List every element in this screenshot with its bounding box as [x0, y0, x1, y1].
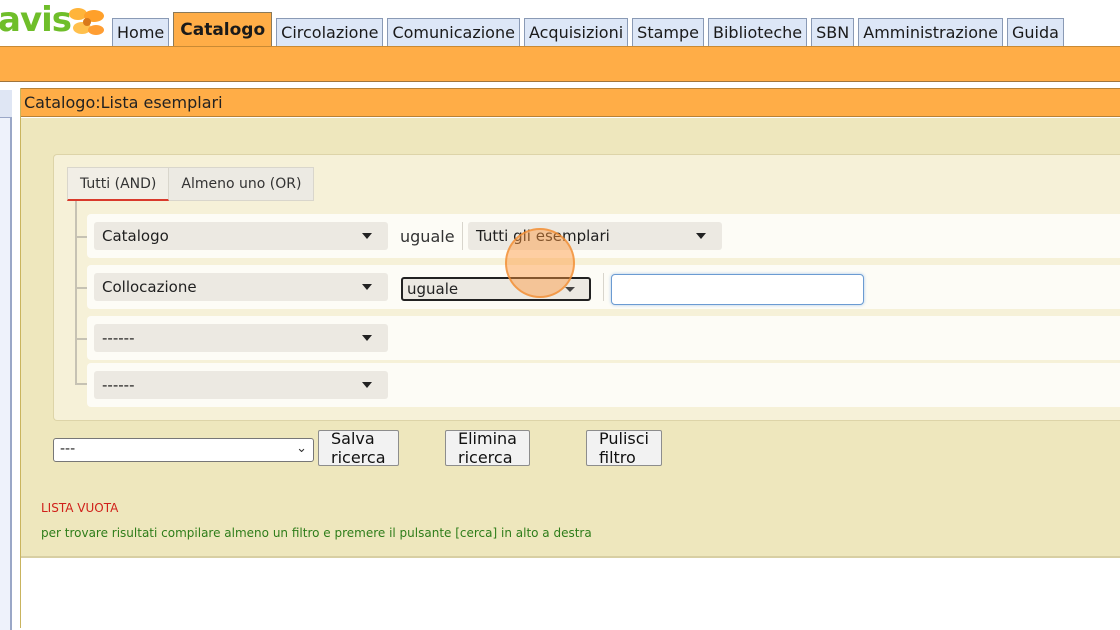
top-bar: avis Home Catalogo Circolazione Comunica… — [0, 0, 1120, 46]
tree-connector-tick — [75, 287, 87, 289]
nav-tab-sbn[interactable]: SBN — [811, 18, 855, 46]
tab-or[interactable]: Almeno uno (OR) — [169, 167, 315, 201]
saved-search-value: --- — [60, 441, 76, 457]
caret-down-icon — [565, 287, 575, 292]
caret-down-icon — [362, 284, 372, 290]
left-sidebar-collapsed[interactable] — [0, 90, 12, 630]
tree-connector-tick — [75, 236, 87, 238]
left-sidebar-header — [0, 90, 12, 118]
nav-tab-acquisizioni[interactable]: Acquisizioni — [523, 18, 629, 46]
nav-tab-guida[interactable]: Guida — [1007, 18, 1064, 46]
field-select-value: Catalogo — [102, 227, 169, 245]
delete-search-button[interactable]: Elimina ricerca — [445, 429, 530, 467]
tree-connector-tick — [75, 338, 87, 340]
caret-down-icon — [362, 382, 372, 388]
divider — [462, 222, 463, 250]
logic-tabs: Tutti (AND) Almeno uno (OR) — [67, 167, 315, 201]
field-select-value: ------ — [102, 376, 135, 394]
filter-row: Catalogo uguale Tutti gli esemplari — [87, 214, 1120, 258]
nav-tab-home[interactable]: Home — [112, 18, 170, 46]
nav-tab-stampe[interactable]: Stampe — [632, 18, 704, 46]
operator-select-value: uguale — [407, 280, 459, 298]
submenu-bar — [0, 46, 1120, 82]
filter-row: ------ — [87, 316, 1120, 360]
nav-tab-amministrazione[interactable]: Amministrazione — [858, 18, 1004, 46]
save-search-button[interactable]: Salva ricerca — [318, 429, 399, 467]
field-select-value: Collocazione — [102, 278, 197, 296]
empty-list-message: LISTA VUOTA — [41, 501, 119, 515]
divider — [603, 273, 604, 301]
main-nav: Home Catalogo Circolazione Comunicazione… — [112, 12, 1068, 46]
nav-tab-circolazione[interactable]: Circolazione — [276, 18, 384, 46]
field-select-empty[interactable]: ------ — [94, 324, 388, 352]
filter-builder: Tutti (AND) Almeno uno (OR) Catalogo ugu… — [53, 154, 1120, 421]
tree-connector — [75, 201, 77, 383]
nav-tab-catalogo[interactable]: Catalogo — [173, 12, 273, 46]
nav-tab-biblioteche[interactable]: Biblioteche — [707, 18, 808, 46]
chevron-down-icon: ⌄ — [296, 441, 307, 456]
app-logo[interactable]: avis — [0, 0, 110, 42]
saved-search-select[interactable]: --- ⌄ — [53, 438, 314, 462]
filter-row: Collocazione uguale — [87, 265, 1120, 309]
field-select-value: ------ — [102, 329, 135, 347]
field-select-empty[interactable]: ------ — [94, 371, 388, 399]
tab-and[interactable]: Tutti (AND) — [67, 167, 170, 201]
value-select-esemplari[interactable]: Tutti gli esemplari — [468, 222, 722, 250]
tree-connector-tick — [75, 383, 87, 385]
collocazione-value-input[interactable] — [611, 274, 864, 305]
click-indicator — [505, 228, 575, 298]
panel-title: Catalogo:Lista esemplari — [21, 88, 1120, 117]
caret-down-icon — [362, 233, 372, 239]
nav-tab-comunicazione[interactable]: Comunicazione — [387, 18, 520, 46]
flower-logo-icon — [69, 8, 104, 35]
panel-body: Tutti (AND) Almeno uno (OR) Catalogo ugu… — [21, 118, 1120, 558]
operator-label: uguale — [400, 226, 455, 246]
clear-filter-button[interactable]: Pulisci filtro — [586, 429, 662, 467]
main-panel: Catalogo:Lista esemplari Tutti (AND) Alm… — [20, 88, 1120, 628]
search-hint-message: per trovare risultati compilare almeno u… — [41, 526, 592, 540]
field-select-catalogo[interactable]: Catalogo — [94, 222, 388, 250]
caret-down-icon — [696, 233, 706, 239]
filter-row: ------ — [87, 363, 1120, 407]
caret-down-icon — [362, 335, 372, 341]
field-select-collocazione[interactable]: Collocazione — [94, 273, 388, 301]
